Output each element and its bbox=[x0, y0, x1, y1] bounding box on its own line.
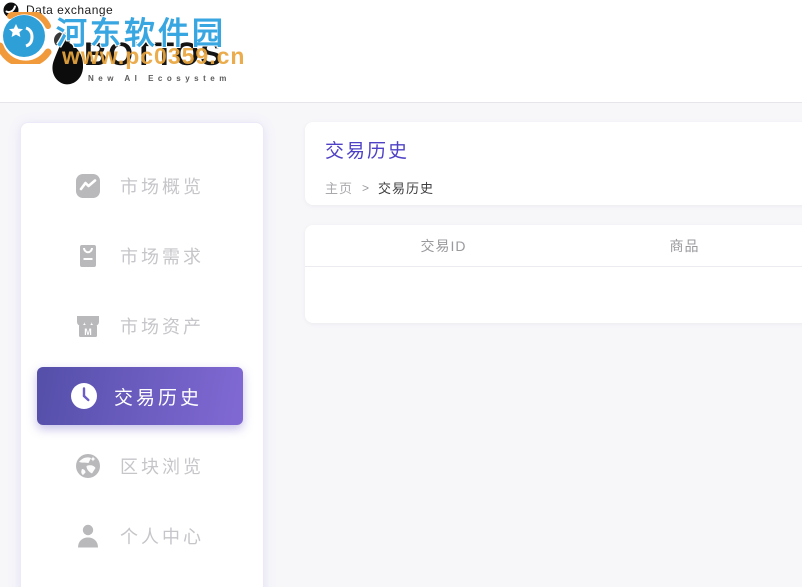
breadcrumb-home-link[interactable]: 主页 bbox=[325, 178, 353, 197]
sidebar: 市场概览 市场需求 M 市场资产 交易历史 bbox=[20, 122, 264, 587]
top-header: Data exchange BOTTOS New AI Ecosystem 河东… bbox=[0, 0, 802, 103]
breadcrumb: 主页 > 交易历史 bbox=[325, 178, 802, 197]
sidebar-item-transaction-history-wrap: 交易历史 bbox=[21, 361, 263, 431]
sidebar-item-label: 市场概览 bbox=[120, 173, 204, 199]
user-icon bbox=[74, 522, 102, 550]
demand-icon bbox=[74, 242, 102, 270]
svg-text:M: M bbox=[84, 327, 92, 337]
sidebar-item-block-explorer[interactable]: 区块浏览 bbox=[21, 431, 263, 501]
brand-area: BOTTOS New AI Ecosystem 河东软件园 www.pc0359… bbox=[0, 0, 320, 103]
main-content: 交易历史 主页 > 交易历史 交易ID 商品 bbox=[305, 122, 802, 323]
table-empty-body bbox=[305, 267, 802, 322]
bottos-tagline: New AI Ecosystem bbox=[88, 74, 231, 83]
sidebar-item-market-assets[interactable]: M 市场资产 bbox=[21, 291, 263, 361]
breadcrumb-current: 交易历史 bbox=[378, 178, 434, 197]
sidebar-item-personal-center[interactable]: 个人中心 bbox=[21, 501, 263, 571]
watermark-site-url: www.pc0359.cn bbox=[62, 43, 245, 70]
sidebar-item-label: 交易历史 bbox=[114, 383, 202, 410]
sidebar-item-label: 市场资产 bbox=[120, 313, 204, 339]
column-header-transaction-id: 交易ID bbox=[305, 236, 582, 256]
sidebar-item-label: 个人中心 bbox=[120, 523, 204, 549]
breadcrumb-separator: > bbox=[362, 181, 369, 195]
sidebar-item-market-demand[interactable]: 市场需求 bbox=[21, 221, 263, 291]
chart-icon bbox=[74, 172, 102, 200]
sidebar-item-label: 市场需求 bbox=[120, 243, 204, 269]
clock-icon bbox=[70, 382, 98, 410]
sidebar-item-label: 区块浏览 bbox=[120, 453, 204, 479]
store-icon: M bbox=[74, 312, 102, 340]
column-header-goods: 商品 bbox=[582, 236, 787, 256]
sidebar-item-transaction-history[interactable]: 交易历史 bbox=[37, 367, 243, 425]
page-title: 交易历史 bbox=[325, 136, 802, 163]
transactions-table-card: 交易ID 商品 bbox=[305, 225, 802, 323]
page-header-card: 交易历史 主页 > 交易历史 bbox=[305, 122, 802, 205]
sidebar-item-market-overview[interactable]: 市场概览 bbox=[21, 151, 263, 221]
table-header-row: 交易ID 商品 bbox=[305, 225, 802, 267]
globe-icon bbox=[74, 452, 102, 480]
watermark-globe-icon bbox=[0, 12, 58, 64]
